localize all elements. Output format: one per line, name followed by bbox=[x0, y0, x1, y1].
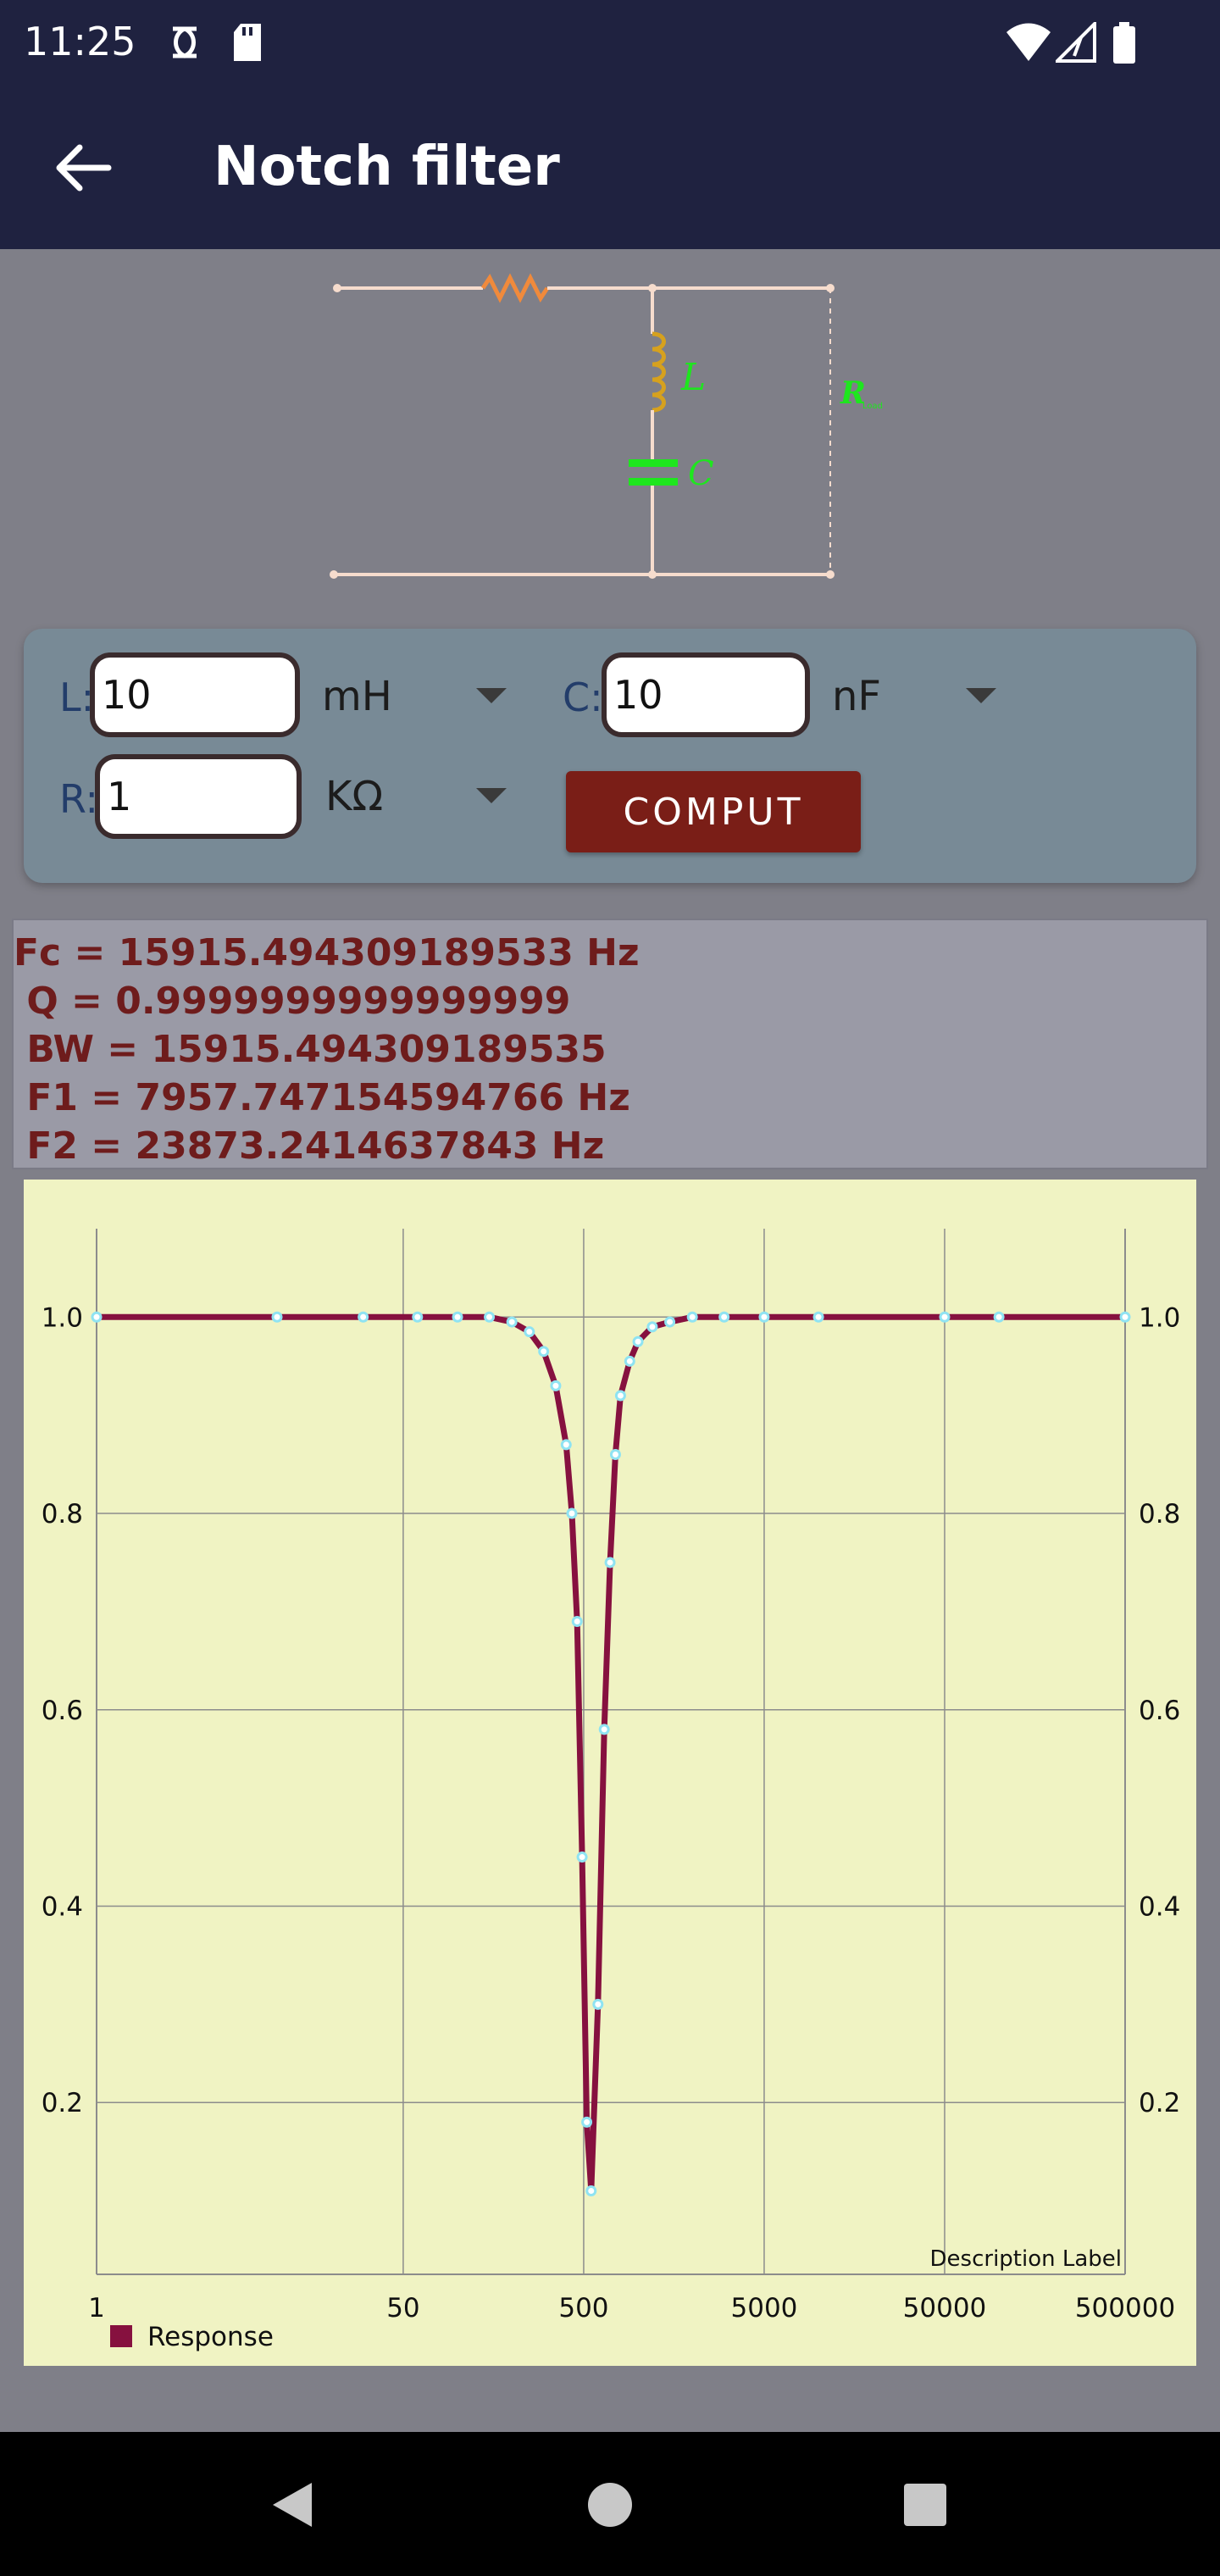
resistance-unit-chevron-down-icon[interactable] bbox=[476, 788, 507, 803]
x-tick-label: 50000 bbox=[903, 2293, 987, 2323]
inductance-input[interactable] bbox=[90, 652, 300, 737]
data-point bbox=[592, 1998, 604, 2010]
x-tick-label: 1 bbox=[88, 2293, 105, 2323]
y-tick-label-left: 1.0 bbox=[42, 1302, 83, 1333]
data-point bbox=[624, 1355, 635, 1367]
inductance-label: L: bbox=[59, 675, 95, 720]
y-tick-label-left: 0.2 bbox=[42, 2088, 83, 2118]
capacitance-unit-chevron-down-icon[interactable] bbox=[966, 688, 996, 703]
data-point bbox=[506, 1316, 518, 1328]
y-tick-label-right: 0.2 bbox=[1139, 2088, 1180, 2118]
data-point bbox=[812, 1311, 824, 1323]
series-line-response bbox=[97, 1313, 1125, 2194]
diagram-label-r-sub: Load bbox=[862, 402, 883, 411]
compute-button[interactable]: COMPUT bbox=[566, 771, 861, 852]
nav-home-icon[interactable] bbox=[586, 2481, 634, 2532]
data-point bbox=[632, 1335, 644, 1347]
diagram-label-l: L bbox=[680, 356, 706, 399]
data-point bbox=[538, 1346, 550, 1357]
data-point bbox=[598, 1724, 610, 1735]
data-point bbox=[412, 1311, 424, 1323]
resistance-unit-value: KΩ bbox=[325, 773, 384, 820]
data-point bbox=[758, 1311, 770, 1323]
inductance-unit-value: mH bbox=[322, 673, 392, 720]
x-tick-label: 500 bbox=[558, 2293, 608, 2323]
data-point bbox=[993, 1311, 1005, 1323]
data-point bbox=[524, 1326, 535, 1338]
diagram-label-c: C bbox=[688, 454, 714, 493]
data-point bbox=[939, 1311, 951, 1323]
app-header: 11:25 Notch filter bbox=[0, 0, 1220, 249]
frequency-response-chart: 1 50 500 5000 50000 500000 0.2 0.2 0.4 0.4 0.6 0.6 0… bbox=[24, 1180, 1196, 2366]
x-tick-label: 5000 bbox=[731, 2293, 798, 2323]
result-quality-factor: Q = 0.9999999999999999 bbox=[14, 980, 571, 1023]
battery-icon bbox=[1112, 22, 1137, 68]
y-tick-label-right: 0.6 bbox=[1139, 1696, 1180, 1726]
y-tick-label-right: 0.8 bbox=[1139, 1499, 1180, 1530]
data-point bbox=[614, 1390, 626, 1402]
x-tick-label: 50 bbox=[386, 2293, 419, 2323]
data-point bbox=[571, 1615, 583, 1627]
capacitance-unit-select[interactable]: nF bbox=[832, 669, 1027, 724]
data-point bbox=[646, 1321, 658, 1333]
data-point bbox=[581, 2116, 593, 2128]
system-navigation-bar bbox=[0, 2432, 1220, 2576]
nav-back-icon[interactable] bbox=[268, 2479, 315, 2534]
x-tick-label: 500000 bbox=[1075, 2293, 1175, 2323]
data-point bbox=[604, 1557, 616, 1568]
legend-label-response: Response bbox=[147, 2322, 274, 2352]
data-point bbox=[585, 2185, 597, 2197]
data-point bbox=[452, 1311, 463, 1323]
y-tick-label-right: 1.0 bbox=[1139, 1302, 1180, 1333]
result-bandwidth: BW = 15915.494309189535 bbox=[14, 1028, 607, 1071]
chart-svg: 1 50 500 5000 50000 500000 0.2 0.2 0.4 0.4 0.6 0.6 0… bbox=[42, 1229, 1180, 2352]
result-f2: F2 = 23873.2414637843 Hz bbox=[14, 1124, 605, 1168]
inductance-unit-chevron-down-icon[interactable] bbox=[476, 688, 507, 703]
sd-card-icon bbox=[230, 22, 264, 66]
resistance-label: R: bbox=[59, 776, 99, 822]
data-point bbox=[358, 1311, 369, 1323]
data-point bbox=[271, 1311, 283, 1323]
data-saver-icon bbox=[166, 22, 203, 66]
data-point bbox=[664, 1316, 676, 1328]
y-tick-label-left: 0.4 bbox=[42, 1891, 83, 1922]
wifi-icon bbox=[1005, 22, 1052, 66]
y-tick-label-right: 0.4 bbox=[1139, 1891, 1180, 1922]
y-tick-label-left: 0.6 bbox=[42, 1696, 83, 1726]
capacitance-unit-value: nF bbox=[832, 673, 882, 720]
back-arrow-icon[interactable] bbox=[49, 134, 117, 202]
result-cutoff-frequency: Fc = 15915.494309189533 Hz bbox=[14, 931, 640, 974]
data-point bbox=[91, 1311, 103, 1323]
data-point bbox=[484, 1311, 496, 1323]
page-title: Notch filter bbox=[214, 136, 560, 198]
resistance-input[interactable] bbox=[95, 754, 302, 839]
data-point bbox=[609, 1448, 621, 1460]
data-point bbox=[566, 1507, 578, 1519]
status-time: 11:25 bbox=[24, 19, 136, 64]
signal-icon bbox=[1053, 19, 1096, 66]
result-f1: F1 = 7957.747154594766 Hz bbox=[14, 1076, 630, 1119]
data-point bbox=[550, 1380, 562, 1391]
data-point bbox=[560, 1439, 572, 1451]
notch-filter-circuit-diagram: L C R Load bbox=[330, 273, 883, 579]
results-panel: Fc = 15915.494309189533 Hz Q = 0.9999999… bbox=[12, 919, 1208, 1169]
chart-description-label: Description Label bbox=[930, 2246, 1122, 2272]
data-point bbox=[1119, 1311, 1131, 1323]
y-tick-label-left: 0.8 bbox=[42, 1499, 83, 1530]
capacitance-label: C: bbox=[563, 675, 603, 720]
data-point bbox=[576, 1852, 588, 1863]
capacitance-input[interactable] bbox=[602, 652, 810, 737]
nav-recents-icon[interactable] bbox=[903, 2483, 947, 2530]
legend-swatch-response bbox=[110, 2325, 132, 2347]
data-point bbox=[718, 1311, 730, 1323]
data-point bbox=[686, 1311, 698, 1323]
